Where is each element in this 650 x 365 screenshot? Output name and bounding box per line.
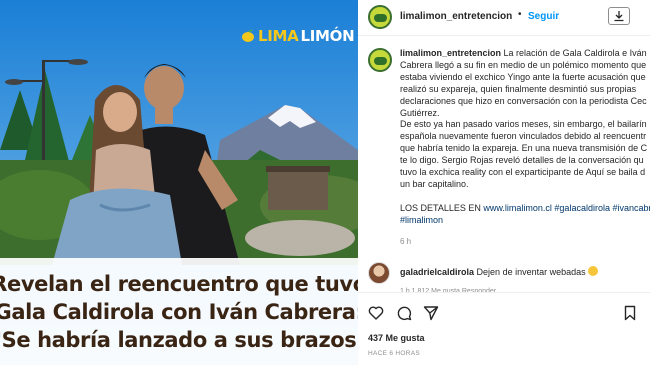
caption-line-8: que habría tenido la expareja. En una nu… xyxy=(400,143,648,154)
commenter-avatar[interactable] xyxy=(368,262,390,284)
headline-line-1: Revelan el reencuentro que tuvo xyxy=(0,271,358,296)
follow-button[interactable]: Seguir xyxy=(528,11,559,22)
caption-line-3: realizó su expareja, quien finalmente de… xyxy=(400,83,637,94)
account-avatar[interactable] xyxy=(368,5,392,29)
comment-meta: 1 h 1.812 Me gusta Responder xyxy=(400,288,497,292)
post-header: limalimon_entretencion • Seguir xyxy=(358,0,650,36)
image-headline: Revelan el reencuentro que tuvo Gala Cal… xyxy=(0,258,358,365)
caption-line-6: De esto ya han pasado varios meses, sin … xyxy=(400,119,647,130)
heart-icon[interactable] xyxy=(368,305,384,321)
hashtag-limalimon[interactable]: #limalimon xyxy=(400,215,443,225)
comment-icon[interactable] xyxy=(396,305,412,321)
details-link[interactable]: www.limalimon.cl xyxy=(483,203,552,213)
actions-bar: 437 Me gusta HACE 6 HORAS xyxy=(358,292,650,362)
post-timestamp: HACE 6 HORAS xyxy=(368,350,421,357)
hashtag-galacaldirola[interactable]: #galacaldirola xyxy=(554,203,610,213)
headline-line-2: Gala Caldirola con Iván Cabrera: xyxy=(0,299,358,324)
lemon-icon xyxy=(242,29,254,42)
caption-avatar[interactable] xyxy=(368,48,392,72)
caption-line-9: te lo digo. Sergio Rojas reveló detalles… xyxy=(400,155,644,166)
caption-line-7: española nuevamente fueron vinculados de… xyxy=(400,131,647,142)
caption-username[interactable]: limalimon_entretencion xyxy=(400,48,501,58)
commenter-username[interactable]: galadrielcaldirola xyxy=(400,267,474,277)
logo-text-limon: LIMÓN xyxy=(300,27,355,45)
details-prefix: LOS DETALLES EN xyxy=(400,202,481,213)
headline-line-3: "Se habría lanzado a sus brazos" xyxy=(0,327,358,352)
caption-line-2: estaba viviendo el exchico Yingo ante la… xyxy=(400,71,646,82)
caption-line-1: Cabrera llegó a su fin en medio de un po… xyxy=(400,59,647,70)
caption-line-0: La relación de Gala Caldirola e Iván xyxy=(501,48,647,58)
logo-text-lima: LIMA xyxy=(258,27,299,45)
share-icon[interactable] xyxy=(423,305,439,321)
likes-count[interactable]: 437 Me gusta xyxy=(368,333,425,343)
limalimon-logo: LIMA LIMÓN xyxy=(240,27,355,45)
caption-text: limalimon_entretencion La relación de Ga… xyxy=(400,48,650,227)
comment-row: galadrielcaldirola Dejen de inventar web… xyxy=(358,262,650,286)
emoji-icon xyxy=(587,266,598,276)
caption-line-10: tuvo la exchica reality con el expartici… xyxy=(400,167,646,178)
caption-line-5: Gutiérrez. xyxy=(400,107,440,118)
hashtag-ivancabrera[interactable]: #ivancabr xyxy=(612,203,650,213)
bookmark-icon[interactable] xyxy=(622,305,638,321)
header-separator: • xyxy=(518,9,522,20)
post-image[interactable]: LIMA LIMÓN Revelan el reencuentro que tu… xyxy=(0,0,358,365)
comment-text: galadrielcaldirola Dejen de inventar web… xyxy=(400,266,598,277)
caption-line-4: declaraciones que hizo en conversación c… xyxy=(400,95,647,106)
download-button[interactable] xyxy=(608,7,630,25)
comment-body: Dejen de inventar webadas xyxy=(476,267,586,277)
caption-time: 6 h xyxy=(400,237,412,246)
download-icon xyxy=(614,11,624,22)
post-sidebar: limalimon_entretencion • Seguir limalimo… xyxy=(358,0,650,365)
header-username[interactable]: limalimon_entretencion xyxy=(400,11,512,22)
caption-line-11: un bar capitalino. xyxy=(400,178,469,189)
